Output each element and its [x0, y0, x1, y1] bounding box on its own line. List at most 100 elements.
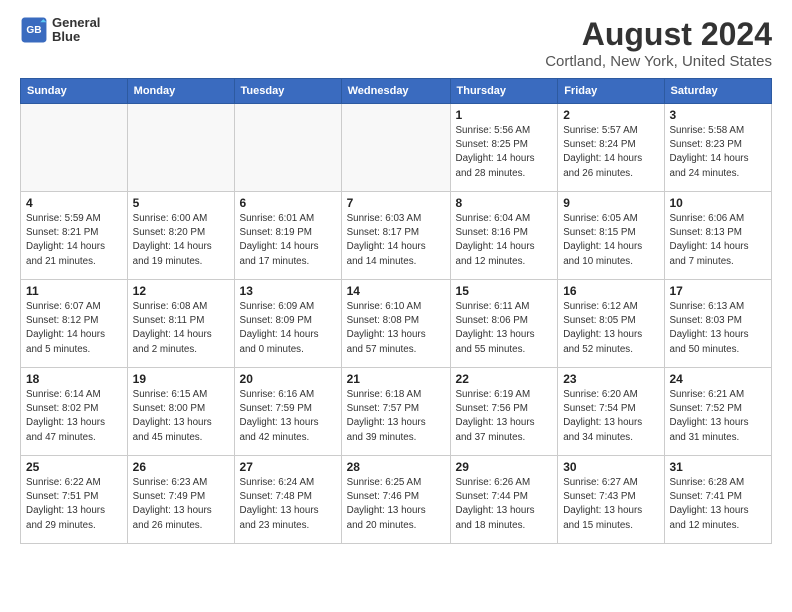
- calendar-cell: 22 Sunrise: 6:19 AM Sunset: 7:56 PM Dayli…: [450, 368, 558, 456]
- day-info: Sunrise: 6:23 AM Sunset: 7:49 PM Dayligh…: [133, 476, 229, 533]
- day-info: Sunrise: 6:21 AM Sunset: 7:52 PM Dayligh…: [670, 388, 767, 445]
- day-number: 10: [670, 196, 767, 210]
- day-info: Sunrise: 6:19 AM Sunset: 7:56 PM Dayligh…: [456, 388, 553, 445]
- day-number: 5: [133, 196, 229, 210]
- week-row-4: 18Sunrise: 6:14 AM Sunset: 8:02 PM Dayli…: [21, 368, 772, 456]
- week-row-3: 11 Sunrise: 6:07 AM Sunset: 8:12 PM Dayli…: [21, 280, 772, 368]
- calendar-cell: 28 Sunrise: 6:25 AM Sunset: 7:46 PM Dayli…: [341, 456, 450, 544]
- week-row-5: 25Sunrise: 6:22 AM Sunset: 7:51 PM Dayli…: [21, 456, 772, 544]
- day-info: Sunrise: 6:13 AM Sunset: 8:03 PM Dayligh…: [670, 300, 767, 357]
- logo-text: General Blue: [52, 16, 100, 45]
- calendar-cell: 20Sunrise: 6:16 AM Sunset: 7:59 PM Dayli…: [234, 368, 341, 456]
- day-info: Sunrise: 6:04 AM Sunset: 8:16 PM Dayligh…: [456, 212, 553, 269]
- logo-icon: GB: [20, 16, 48, 44]
- day-info: Sunrise: 5:56 AM Sunset: 8:25 PM Dayligh…: [456, 124, 553, 181]
- day-number: 22: [456, 372, 553, 386]
- day-info: Sunrise: 6:15 AM Sunset: 8:00 PM Dayligh…: [133, 388, 229, 445]
- day-info: Sunrise: 6:00 AM Sunset: 8:20 PM Dayligh…: [133, 212, 229, 269]
- day-info: Sunrise: 6:08 AM Sunset: 8:11 PM Dayligh…: [133, 300, 229, 357]
- calendar-cell: 23 Sunrise: 6:20 AM Sunset: 7:54 PM Dayli…: [558, 368, 664, 456]
- calendar-cell: 8 Sunrise: 6:04 AM Sunset: 8:16 PM Daylig…: [450, 192, 558, 280]
- day-number: 9: [563, 196, 658, 210]
- weekday-header-saturday: Saturday: [664, 79, 772, 104]
- day-info: Sunrise: 6:12 AM Sunset: 8:05 PM Dayligh…: [563, 300, 658, 357]
- day-number: 27: [240, 460, 336, 474]
- week-row-1: 1 Sunrise: 5:56 AM Sunset: 8:25 PM Daylig…: [21, 104, 772, 192]
- day-number: 4: [26, 196, 122, 210]
- day-info: Sunrise: 6:24 AM Sunset: 7:48 PM Dayligh…: [240, 476, 336, 533]
- calendar-cell: 27 Sunrise: 6:24 AM Sunset: 7:48 PM Dayli…: [234, 456, 341, 544]
- weekday-header-friday: Friday: [558, 79, 664, 104]
- calendar-cell: 7 Sunrise: 6:03 AM Sunset: 8:17 PM Daylig…: [341, 192, 450, 280]
- day-number: 11: [26, 284, 122, 298]
- day-info: Sunrise: 6:20 AM Sunset: 7:54 PM Dayligh…: [563, 388, 658, 445]
- day-number: 28: [347, 460, 445, 474]
- week-row-2: 4 Sunrise: 5:59 AM Sunset: 8:21 PM Daylig…: [21, 192, 772, 280]
- header: GB General Blue August 2024 Cortland, Ne…: [20, 16, 772, 70]
- calendar-cell: 14Sunrise: 6:10 AM Sunset: 8:08 PM Dayli…: [341, 280, 450, 368]
- day-number: 13: [240, 284, 336, 298]
- calendar-cell: 9 Sunrise: 6:05 AM Sunset: 8:15 PM Daylig…: [558, 192, 664, 280]
- day-info: Sunrise: 6:03 AM Sunset: 8:17 PM Dayligh…: [347, 212, 445, 269]
- day-info: Sunrise: 6:28 AM Sunset: 7:41 PM Dayligh…: [670, 476, 767, 533]
- day-number: 16: [563, 284, 658, 298]
- day-number: 6: [240, 196, 336, 210]
- day-number: 19: [133, 372, 229, 386]
- day-number: 14: [347, 284, 445, 298]
- logo-line1: General: [52, 16, 100, 30]
- day-number: 25: [26, 460, 122, 474]
- day-number: 15: [456, 284, 553, 298]
- calendar-cell: 13 Sunrise: 6:09 AM Sunset: 8:09 PM Dayli…: [234, 280, 341, 368]
- svg-text:GB: GB: [26, 25, 41, 36]
- calendar-table: SundayMondayTuesdayWednesdayThursdayFrid…: [20, 78, 772, 544]
- calendar-cell: 5 Sunrise: 6:00 AM Sunset: 8:20 PM Daylig…: [127, 192, 234, 280]
- day-info: Sunrise: 6:18 AM Sunset: 7:57 PM Dayligh…: [347, 388, 445, 445]
- day-info: Sunrise: 6:25 AM Sunset: 7:46 PM Dayligh…: [347, 476, 445, 533]
- day-number: 1: [456, 108, 553, 122]
- day-info: Sunrise: 6:26 AM Sunset: 7:44 PM Dayligh…: [456, 476, 553, 533]
- day-number: 24: [670, 372, 767, 386]
- logo: GB General Blue: [20, 16, 100, 45]
- calendar-cell: 4 Sunrise: 5:59 AM Sunset: 8:21 PM Daylig…: [21, 192, 128, 280]
- day-info: Sunrise: 6:01 AM Sunset: 8:19 PM Dayligh…: [240, 212, 336, 269]
- day-info: Sunrise: 5:57 AM Sunset: 8:24 PM Dayligh…: [563, 124, 658, 181]
- day-number: 30: [563, 460, 658, 474]
- calendar-cell: 12 Sunrise: 6:08 AM Sunset: 8:11 PM Dayli…: [127, 280, 234, 368]
- day-number: 23: [563, 372, 658, 386]
- day-info: Sunrise: 6:11 AM Sunset: 8:06 PM Dayligh…: [456, 300, 553, 357]
- day-info: Sunrise: 6:06 AM Sunset: 8:13 PM Dayligh…: [670, 212, 767, 269]
- day-info: Sunrise: 6:14 AM Sunset: 8:02 PM Dayligh…: [26, 388, 122, 445]
- logo-line2: Blue: [52, 30, 100, 44]
- day-number: 2: [563, 108, 658, 122]
- day-number: 20: [240, 372, 336, 386]
- day-number: 3: [670, 108, 767, 122]
- calendar-cell: [127, 104, 234, 192]
- calendar-cell: 2 Sunrise: 5:57 AM Sunset: 8:24 PM Daylig…: [558, 104, 664, 192]
- day-info: Sunrise: 5:58 AM Sunset: 8:23 PM Dayligh…: [670, 124, 767, 181]
- day-info: Sunrise: 6:09 AM Sunset: 8:09 PM Dayligh…: [240, 300, 336, 357]
- calendar-cell: 19 Sunrise: 6:15 AM Sunset: 8:00 PM Dayli…: [127, 368, 234, 456]
- calendar-cell: 16 Sunrise: 6:12 AM Sunset: 8:05 PM Dayli…: [558, 280, 664, 368]
- day-number: 26: [133, 460, 229, 474]
- day-number: 17: [670, 284, 767, 298]
- calendar-cell: 29 Sunrise: 6:26 AM Sunset: 7:44 PM Dayli…: [450, 456, 558, 544]
- calendar-cell: 26 Sunrise: 6:23 AM Sunset: 7:49 PM Dayli…: [127, 456, 234, 544]
- calendar-cell: 3 Sunrise: 5:58 AM Sunset: 8:23 PM Daylig…: [664, 104, 772, 192]
- calendar-cell: 30 Sunrise: 6:27 AM Sunset: 7:43 PM Dayli…: [558, 456, 664, 544]
- day-number: 29: [456, 460, 553, 474]
- day-number: 31: [670, 460, 767, 474]
- day-number: 8: [456, 196, 553, 210]
- day-number: 12: [133, 284, 229, 298]
- calendar-cell: 25Sunrise: 6:22 AM Sunset: 7:51 PM Dayli…: [21, 456, 128, 544]
- day-info: Sunrise: 6:05 AM Sunset: 8:15 PM Dayligh…: [563, 212, 658, 269]
- day-number: 7: [347, 196, 445, 210]
- day-info: Sunrise: 5:59 AM Sunset: 8:21 PM Dayligh…: [26, 212, 122, 269]
- weekday-header-monday: Monday: [127, 79, 234, 104]
- day-info: Sunrise: 6:27 AM Sunset: 7:43 PM Dayligh…: [563, 476, 658, 533]
- weekday-header-sunday: Sunday: [21, 79, 128, 104]
- day-info: Sunrise: 6:07 AM Sunset: 8:12 PM Dayligh…: [26, 300, 122, 357]
- calendar-cell: 18Sunrise: 6:14 AM Sunset: 8:02 PM Dayli…: [21, 368, 128, 456]
- calendar-cell: 21Sunrise: 6:18 AM Sunset: 7:57 PM Dayli…: [341, 368, 450, 456]
- calendar-cell: [21, 104, 128, 192]
- month-title: August 2024: [545, 16, 772, 53]
